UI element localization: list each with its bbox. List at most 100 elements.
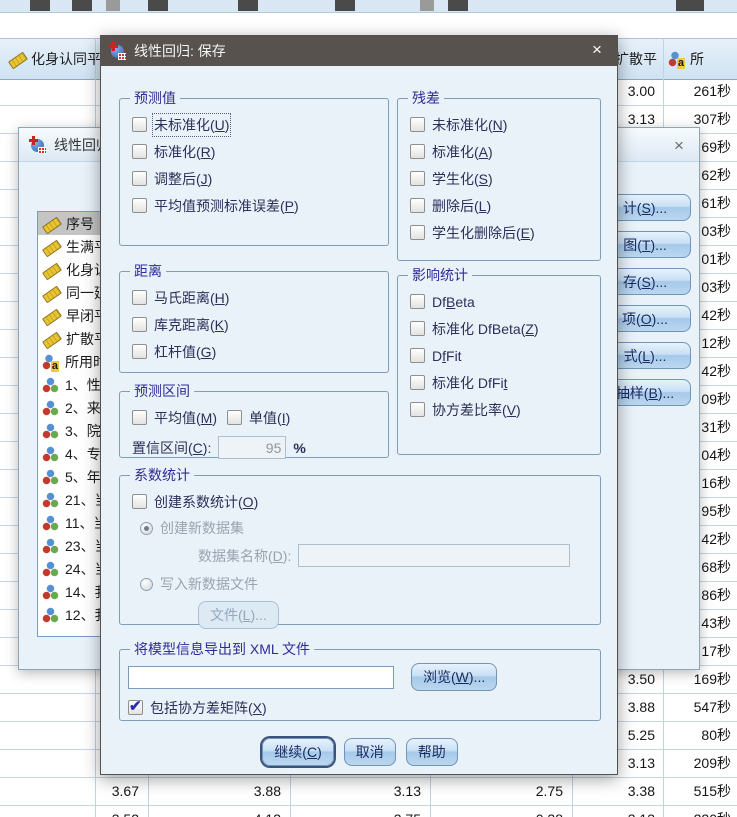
checkbox-option[interactable]: 未标准化(N)	[410, 114, 594, 135]
mnemonic-key: R	[200, 143, 211, 160]
table-cell[interactable]: 3.75	[292, 806, 427, 817]
dataset-name-input[interactable]	[298, 544, 571, 567]
mnemonic-key: D	[272, 547, 283, 564]
toolbar-icon-fragment	[30, 0, 50, 11]
file-button[interactable]: 文件(L)...	[198, 601, 279, 629]
checkbox-checked[interactable]: ✔	[128, 699, 143, 715]
checkbox[interactable]	[410, 171, 425, 186]
label-text: 马氏距离(	[154, 289, 215, 306]
column-header-left[interactable]: 化身认同平	[8, 39, 101, 79]
checkbox[interactable]	[410, 294, 425, 309]
checkbox-option[interactable]: 删除后(L)	[410, 195, 594, 216]
checkbox-label: 学生化(S)	[432, 169, 493, 189]
checkbox-option[interactable]: ✔ 包括协方差矩阵(X)	[128, 697, 594, 718]
nominal-variable-icon	[42, 514, 59, 531]
checkbox-option[interactable]: 学生化删除后(E)	[410, 222, 594, 243]
group-title: 影响统计	[412, 267, 468, 283]
checkbox[interactable]	[410, 402, 425, 417]
close-icon[interactable]: ×	[587, 40, 607, 60]
table-cell[interactable]: 0.38	[432, 806, 569, 817]
checkbox-option[interactable]: 单值(I)	[227, 407, 290, 428]
checkbox[interactable]	[410, 117, 425, 132]
table-cell[interactable]: 515秒	[665, 778, 735, 805]
checkbox-option[interactable]: 马氏距离(H)	[132, 287, 382, 308]
nominal-variable-icon	[42, 422, 59, 439]
radio-write-new-data-file[interactable]	[140, 577, 153, 591]
label-text: 创建系数统计(	[154, 493, 243, 510]
spss-screen: 化身认同平 扩散平 所 3.00261秒3.13307秒69秒62秒61秒03秒…	[0, 0, 737, 817]
table-cell[interactable]: 3.88	[150, 778, 287, 805]
table-cell[interactable]: 3.52	[97, 806, 145, 817]
checkbox[interactable]	[132, 317, 147, 332]
checkbox-option[interactable]: 标准化(R)	[132, 141, 382, 162]
checkbox-option[interactable]: 标准化 DfFit	[410, 372, 594, 393]
checkbox-option[interactable]: 标准化 DfBeta(Z)	[410, 318, 594, 339]
label-text: 学生化删除后(	[432, 224, 521, 241]
label-text: 协方差比率(	[432, 401, 507, 418]
scale-variable-icon	[42, 308, 60, 324]
checkbox-option[interactable]: 未标准化(U)	[132, 112, 382, 137]
browse-button[interactable]: 浏览(W)...	[411, 663, 498, 691]
radio-create-new-dataset[interactable]	[140, 521, 153, 535]
confidence-interval-input[interactable]	[218, 436, 287, 459]
checkbox[interactable]	[410, 348, 425, 363]
dialog-titlebar[interactable]: 线性回归: 保存 ×	[101, 36, 617, 66]
checkbox[interactable]	[132, 344, 147, 359]
checkbox[interactable]	[132, 198, 147, 213]
checkbox[interactable]	[410, 198, 425, 213]
checkbox-option[interactable]: 库克距离(K)	[132, 314, 382, 335]
label-text: 单值(	[249, 409, 282, 426]
help-button[interactable]: 帮助	[405, 738, 458, 766]
checkbox-label: 标准化 DfFit	[432, 373, 507, 393]
table-cell[interactable]: 169秒	[665, 666, 735, 693]
xml-path-input[interactable]	[128, 665, 394, 689]
checkbox-option[interactable]: 平均值(M)	[132, 407, 217, 428]
checkbox[interactable]	[132, 171, 147, 186]
checkbox-option[interactable]: 创建系数统计(O)	[132, 491, 594, 512]
continue-button[interactable]: 继续(C)	[262, 738, 334, 766]
checkbox[interactable]	[227, 410, 243, 425]
dialog-footer: 继续(C) 取消 帮助	[101, 738, 619, 766]
checkbox-option[interactable]: 平均值预测标准误差(P)	[132, 195, 382, 216]
table-cell[interactable]: 261秒	[665, 78, 735, 105]
checkbox-option[interactable]: DfFit	[410, 345, 594, 366]
checkbox[interactable]	[132, 410, 147, 425]
table-row: 3.67 3.88 3.13 2.75 3.38 515秒	[0, 778, 737, 806]
table-cell[interactable]: 209秒	[665, 750, 735, 777]
checkbox-option[interactable]: 杠杆值(G)	[132, 341, 382, 362]
cancel-button[interactable]: 取消	[343, 738, 396, 766]
label-text: 继续(	[274, 744, 307, 760]
table-cell[interactable]: 3.38	[574, 778, 661, 805]
checkbox[interactable]	[132, 117, 147, 132]
table-cell[interactable]: 2.75	[432, 778, 569, 805]
checkbox[interactable]	[410, 321, 425, 336]
dataset-name-label: 数据集名称(D):	[198, 546, 291, 566]
checkbox[interactable]	[410, 225, 425, 240]
checkbox-option[interactable]: 标准化(A)	[410, 141, 594, 162]
column-header-suoyong[interactable]: 所	[668, 39, 704, 79]
table-cell[interactable]: 4.13	[150, 806, 287, 817]
checkbox-option[interactable]: 协方差比率(V)	[410, 399, 594, 420]
table-cell[interactable]: 3.67	[97, 778, 145, 805]
checkbox-option[interactable]: 学生化(S)	[410, 168, 594, 189]
checkbox[interactable]	[410, 375, 425, 390]
checkbox[interactable]	[132, 494, 147, 509]
mnemonic-key: L	[642, 347, 651, 364]
table-cell[interactable]: 3.13	[574, 806, 661, 817]
scale-variable-icon	[42, 216, 60, 232]
label-text: 学生化(	[432, 170, 479, 187]
label-text: 平均值(	[154, 409, 201, 426]
label-text: )...	[650, 347, 667, 364]
checkbox[interactable]	[410, 144, 425, 159]
table-cell[interactable]: 547秒	[665, 694, 735, 721]
checkbox-option[interactable]: 调整后(J)	[132, 168, 382, 189]
close-icon[interactable]: ×	[669, 136, 689, 156]
table-cell[interactable]: 3.13	[292, 778, 427, 805]
checkbox[interactable]	[132, 144, 147, 159]
table-cell[interactable]: 220秒	[665, 806, 735, 817]
checkbox-option[interactable]: DfBeta	[410, 291, 594, 312]
label-text: 未标准化(	[154, 116, 215, 133]
table-cell[interactable]: 80秒	[665, 722, 735, 749]
mnemonic-key: t	[503, 374, 508, 391]
checkbox[interactable]	[132, 290, 147, 305]
